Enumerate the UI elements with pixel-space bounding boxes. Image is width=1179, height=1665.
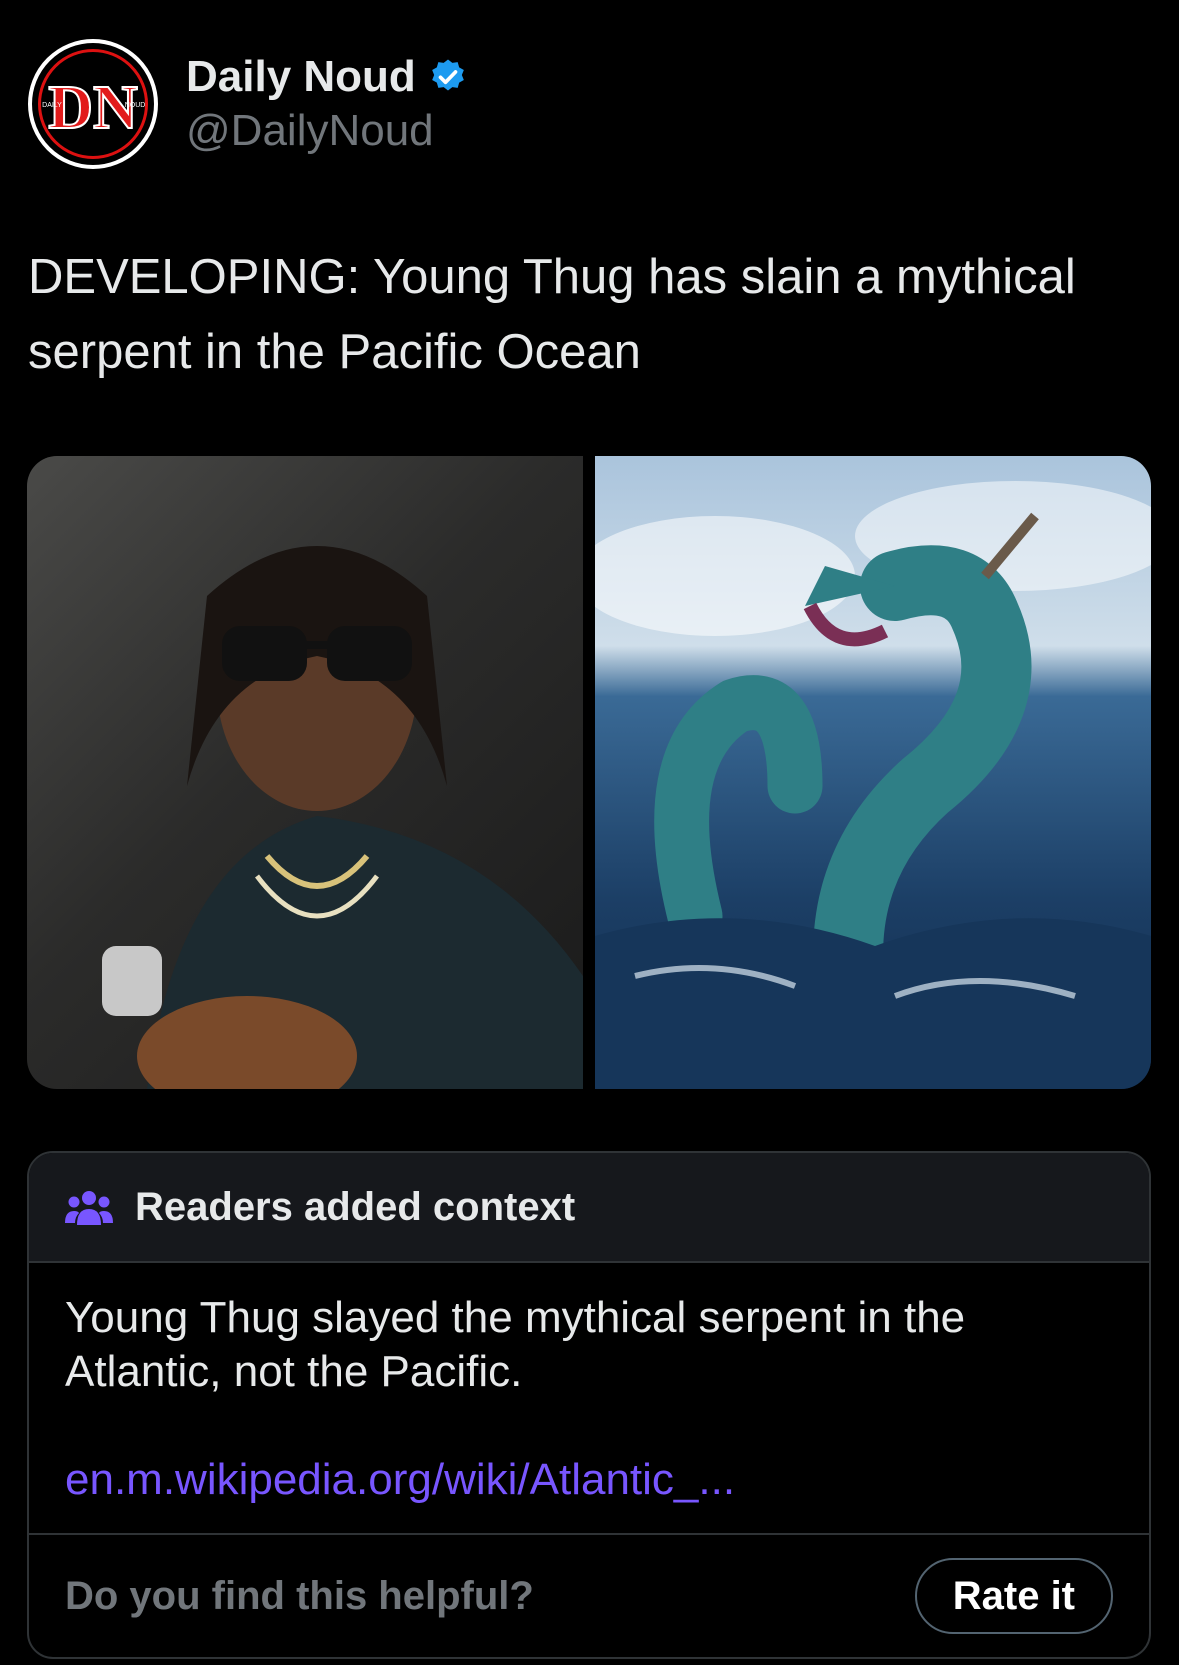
community-note-title: Readers added context: [135, 1184, 576, 1229]
svg-text:NOUD: NOUD: [125, 102, 146, 109]
rate-it-button[interactable]: Rate it: [914, 1558, 1113, 1634]
display-name-row: Daily Noud: [186, 52, 468, 102]
avatar[interactable]: DN DAILY NOUD: [28, 39, 158, 169]
account-names: Daily Noud @DailyNoud: [186, 52, 468, 156]
media-photo-person[interactable]: [27, 456, 583, 1089]
account-handle[interactable]: @DailyNoud: [186, 106, 468, 156]
community-note-header: Readers added context: [29, 1153, 1149, 1263]
svg-text:DAILY: DAILY: [42, 102, 62, 109]
community-note-text: Young Thug slayed the mythical serpent i…: [65, 1293, 966, 1396]
tweet-text: DEVELOPING: Young Thug has slain a mythi…: [28, 250, 1076, 379]
tweet-header: DN DAILY NOUD Daily Noud @DailyNoud: [28, 36, 468, 172]
media-photo-sea-serpent[interactable]: [595, 456, 1151, 1089]
helpful-prompt: Do you find this helpful?: [65, 1573, 534, 1618]
media-grid: [27, 456, 1151, 1089]
community-note: Readers added context Young Thug slayed …: [27, 1151, 1151, 1659]
sea-serpent-icon: [595, 481, 1151, 1089]
community-note-body: Young Thug slayed the mythical serpent i…: [29, 1263, 1149, 1535]
verified-badge-icon: [431, 59, 464, 91]
person-photo-icon: [102, 546, 583, 1089]
daily-noud-logo-icon: DN DAILY NOUD: [42, 73, 146, 143]
community-note-footer: Do you find this helpful? Rate it: [29, 1535, 1149, 1657]
people-icon: [65, 1191, 113, 1225]
community-note-link[interactable]: en.m.wikipedia.org/wiki/Atlantic_...: [65, 1455, 1113, 1505]
display-name[interactable]: Daily Noud: [186, 52, 416, 102]
